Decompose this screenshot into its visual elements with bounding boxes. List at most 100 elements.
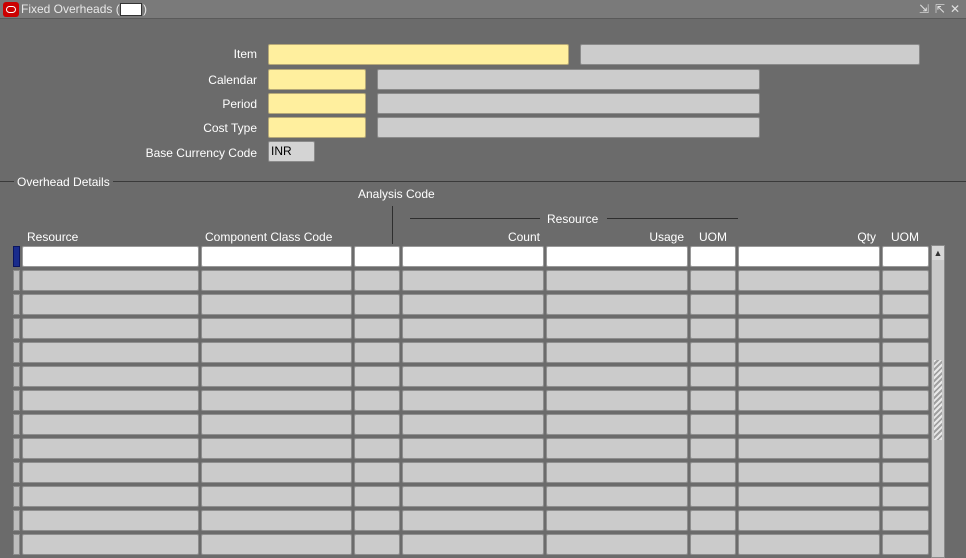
- qty-cell[interactable]: [738, 414, 880, 435]
- component-class-code-cell[interactable]: [201, 414, 352, 435]
- count-cell[interactable]: [402, 510, 544, 531]
- analysis-code-cell[interactable]: [354, 390, 400, 411]
- qty-uom-cell[interactable]: [882, 366, 929, 387]
- resource-cell[interactable]: [22, 318, 199, 339]
- row-selector[interactable]: [13, 534, 20, 555]
- component-class-code-cell[interactable]: [201, 246, 352, 267]
- row-selector[interactable]: [13, 318, 20, 339]
- period-field[interactable]: [268, 93, 366, 114]
- usage-cell[interactable]: [546, 438, 688, 459]
- count-cell[interactable]: [402, 318, 544, 339]
- resource-cell[interactable]: [22, 438, 199, 459]
- qty-uom-cell[interactable]: [882, 246, 929, 267]
- count-cell[interactable]: [402, 438, 544, 459]
- usage-cell[interactable]: [546, 486, 688, 507]
- qty-uom-cell[interactable]: [882, 462, 929, 483]
- usage-cell[interactable]: [546, 270, 688, 291]
- resource-cell[interactable]: [22, 246, 199, 267]
- usage-cell[interactable]: [546, 246, 688, 267]
- analysis-code-cell[interactable]: [354, 510, 400, 531]
- analysis-code-cell[interactable]: [354, 438, 400, 459]
- resource-cell[interactable]: [22, 534, 199, 555]
- qty-uom-cell[interactable]: [882, 534, 929, 555]
- qty-cell[interactable]: [738, 318, 880, 339]
- component-class-code-cell[interactable]: [201, 438, 352, 459]
- close-icon[interactable]: ✕: [948, 2, 962, 16]
- analysis-code-cell[interactable]: [354, 294, 400, 315]
- count-cell[interactable]: [402, 462, 544, 483]
- qty-cell[interactable]: [738, 366, 880, 387]
- qty-uom-cell[interactable]: [882, 270, 929, 291]
- analysis-code-cell[interactable]: [354, 534, 400, 555]
- row-selector[interactable]: [13, 414, 20, 435]
- analysis-code-cell[interactable]: [354, 462, 400, 483]
- row-selector[interactable]: [13, 462, 20, 483]
- resource-cell[interactable]: [22, 294, 199, 315]
- resource-cell[interactable]: [22, 486, 199, 507]
- qty-uom-cell[interactable]: [882, 318, 929, 339]
- analysis-code-cell[interactable]: [354, 246, 400, 267]
- qty-uom-cell[interactable]: [882, 294, 929, 315]
- cost-type-field[interactable]: [268, 117, 366, 138]
- resource-cell[interactable]: [22, 510, 199, 531]
- usage-uom-cell[interactable]: [690, 342, 736, 363]
- component-class-code-cell[interactable]: [201, 294, 352, 315]
- usage-uom-cell[interactable]: [690, 390, 736, 411]
- row-selector[interactable]: [13, 510, 20, 531]
- qty-cell[interactable]: [738, 246, 880, 267]
- item-field[interactable]: [268, 44, 569, 65]
- resource-cell[interactable]: [22, 366, 199, 387]
- count-cell[interactable]: [402, 270, 544, 291]
- qty-uom-cell[interactable]: [882, 414, 929, 435]
- qty-uom-cell[interactable]: [882, 390, 929, 411]
- qty-uom-cell[interactable]: [882, 438, 929, 459]
- qty-uom-cell[interactable]: [882, 342, 929, 363]
- qty-cell[interactable]: [738, 438, 880, 459]
- usage-cell[interactable]: [546, 318, 688, 339]
- analysis-code-cell[interactable]: [354, 342, 400, 363]
- usage-uom-cell[interactable]: [690, 294, 736, 315]
- qty-uom-cell[interactable]: [882, 510, 929, 531]
- count-cell[interactable]: [402, 294, 544, 315]
- count-cell[interactable]: [402, 414, 544, 435]
- usage-cell[interactable]: [546, 414, 688, 435]
- resource-cell[interactable]: [22, 270, 199, 291]
- count-cell[interactable]: [402, 390, 544, 411]
- usage-cell[interactable]: [546, 390, 688, 411]
- qty-cell[interactable]: [738, 510, 880, 531]
- qty-cell[interactable]: [738, 342, 880, 363]
- usage-uom-cell[interactable]: [690, 534, 736, 555]
- minimize-icon[interactable]: ⇲: [917, 2, 931, 16]
- usage-uom-cell[interactable]: [690, 510, 736, 531]
- usage-uom-cell[interactable]: [690, 414, 736, 435]
- current-record-indicator[interactable]: [13, 246, 20, 267]
- usage-cell[interactable]: [546, 510, 688, 531]
- qty-cell[interactable]: [738, 462, 880, 483]
- resource-cell[interactable]: [22, 462, 199, 483]
- qty-cell[interactable]: [738, 534, 880, 555]
- usage-cell[interactable]: [546, 462, 688, 483]
- scrollbar-grip[interactable]: [934, 360, 942, 440]
- usage-uom-cell[interactable]: [690, 270, 736, 291]
- count-cell[interactable]: [402, 486, 544, 507]
- component-class-code-cell[interactable]: [201, 270, 352, 291]
- qty-uom-cell[interactable]: [882, 486, 929, 507]
- qty-cell[interactable]: [738, 294, 880, 315]
- usage-cell[interactable]: [546, 294, 688, 315]
- usage-uom-cell[interactable]: [690, 366, 736, 387]
- analysis-code-cell[interactable]: [354, 366, 400, 387]
- component-class-code-cell[interactable]: [201, 486, 352, 507]
- calendar-field[interactable]: [268, 69, 366, 90]
- component-class-code-cell[interactable]: [201, 510, 352, 531]
- qty-cell[interactable]: [738, 390, 880, 411]
- component-class-code-cell[interactable]: [201, 390, 352, 411]
- count-cell[interactable]: [402, 534, 544, 555]
- analysis-code-cell[interactable]: [354, 486, 400, 507]
- usage-uom-cell[interactable]: [690, 246, 736, 267]
- maximize-icon[interactable]: ⇱: [933, 2, 947, 16]
- component-class-code-cell[interactable]: [201, 534, 352, 555]
- analysis-code-cell[interactable]: [354, 270, 400, 291]
- usage-uom-cell[interactable]: [690, 318, 736, 339]
- component-class-code-cell[interactable]: [201, 462, 352, 483]
- component-class-code-cell[interactable]: [201, 342, 352, 363]
